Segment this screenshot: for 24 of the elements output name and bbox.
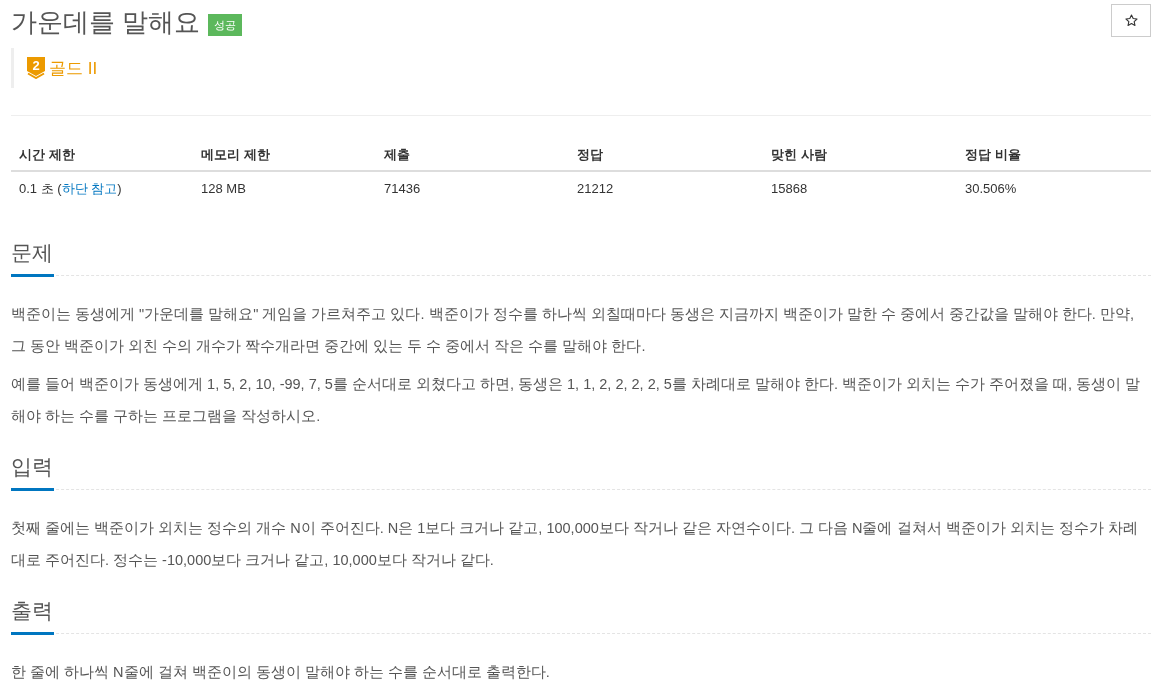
paragraph: 예를 들어 백준이가 동생에게 1, 5, 2, 10, -99, 7, 5를 순서대로 외쳤다고 하면, 동생은 1, 1, 2, 2, 2, 2, 5를 차례대로 말해야 한다. 백준이가 외치는 수가 주어졌을 때, 동생이 말해야 하는 수를 구하는 프로그램을 작성하시오.	[11, 375, 1142, 426]
table-cell-text: 128 MB	[200, 180, 247, 198]
problem-title: 가운데를 말해요	[11, 6, 201, 39]
section-heading: 출력	[11, 597, 54, 635]
column-header: 정답	[576, 146, 604, 164]
column-header: 정답 비율	[964, 146, 1022, 164]
column-header: 메모리 제한	[200, 146, 271, 164]
link[interactable]: 하단 참고	[61, 181, 118, 196]
column-header: 시간 제한	[18, 146, 76, 164]
table-cell-text: 15868	[770, 180, 809, 198]
column-header: 맞힌 사람	[770, 146, 828, 164]
result-badge: 성공	[208, 14, 243, 36]
section-heading: 입력	[11, 453, 54, 491]
paragraph: 첫째 줄에는 백준이가 외치는 정수의 개수 N이 주어진다. N은 1보다 크거나 같고, 100,000보다 작거나 같은 자연수이다. 그 다음 N줄에 걸쳐서 백준이가 외치는 정수가 차례대로 주어진다. 정수는 -10,000보다 크거나 같고, 10,000보다 작거나 같다.	[11, 519, 1139, 570]
tier-badge-icon: 2	[27, 57, 45, 79]
section-heading: 문제	[11, 239, 54, 277]
favorite-button[interactable]	[1111, 4, 1151, 37]
column-header: 제출	[383, 146, 411, 164]
table-cell-text: 30.506%	[964, 180, 1018, 198]
paragraph: 한 줄에 하나씩 N줄에 걸쳐 백준이의 동생이 말해야 하는 수를 순서대로 출력한다.	[11, 663, 551, 682]
table-cell-text: 0.1 초 (하단 참고)	[18, 180, 123, 198]
paragraph: 백준이는 동생에게 "가운데를 말해요" 게임을 가르쳐주고 있다. 백준이가 정수를 하나씩 외칠때마다 동생은 지금까지 백준이가 말한 수 중에서 중간값을 말해야 한다. 만약, 그 동안 백준이가 외친 수의 개수가 짝수개라면 중간에 있는 두 수 중에서 작은 수를 말해야 한다.	[11, 305, 1135, 356]
table-cell-text: 71436	[383, 180, 422, 198]
table-cell-text: 21212	[576, 180, 615, 198]
